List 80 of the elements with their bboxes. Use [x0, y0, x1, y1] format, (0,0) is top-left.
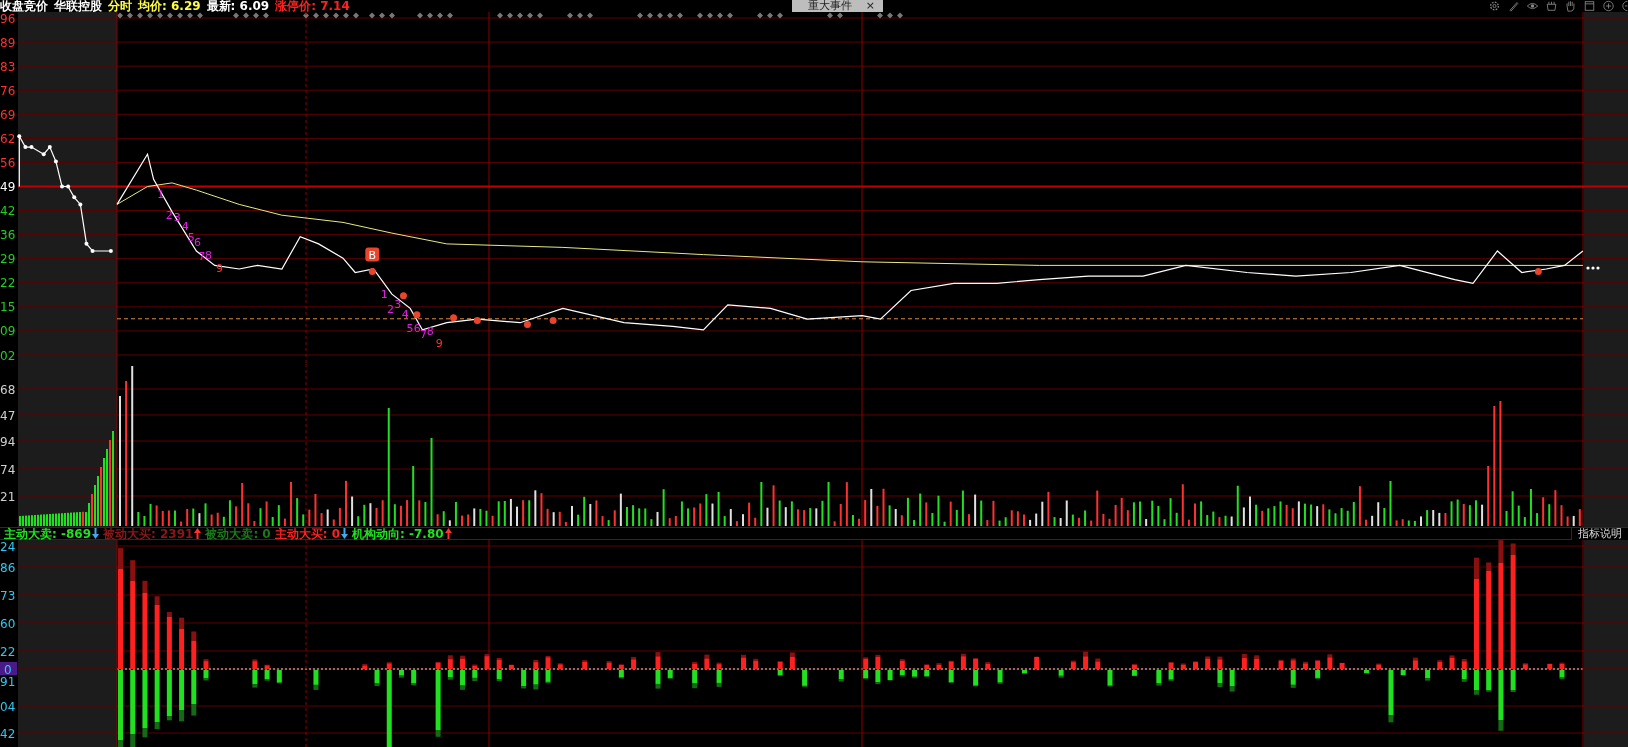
signal-number: 6	[193, 236, 201, 250]
axis-label: 24	[0, 540, 16, 554]
axis-label: 76	[0, 83, 16, 98]
signal-dot	[523, 321, 531, 329]
header-text: 最新: 6.09	[206, 0, 270, 12]
indicator-value: 被动大卖: 0	[205, 527, 271, 540]
axis-highlight	[0, 662, 17, 675]
axis-label: 22	[0, 276, 16, 291]
axis-label: 96	[0, 12, 16, 26]
signal-number: 8	[204, 248, 212, 262]
pen-icon[interactable]	[1507, 0, 1520, 12]
signal-number: 4	[401, 307, 409, 321]
arrow-down-icon	[341, 528, 349, 539]
basket-icon[interactable]	[1545, 0, 1558, 12]
signal-dot	[450, 314, 458, 322]
axis-label: 83	[0, 59, 16, 74]
signal-number: 4	[181, 219, 189, 233]
ellipsis-icon	[1586, 266, 1600, 270]
signal-dot	[1534, 267, 1542, 275]
signal-dot	[473, 317, 481, 325]
hand-icon[interactable]	[1564, 0, 1577, 12]
zoom-out-icon[interactable]	[1621, 0, 1628, 12]
axis-label: 0	[4, 662, 12, 677]
axis-label: 04	[0, 699, 16, 714]
event-tab[interactable]: 重大事件 ×	[791, 0, 883, 12]
header-text: 收盘竞价	[0, 0, 48, 12]
axis-label: 86	[0, 560, 16, 575]
arrow-up-icon	[444, 528, 452, 539]
header-text: 华联控股	[54, 0, 102, 12]
axis-label: 68	[0, 382, 16, 397]
header-text: 分时	[108, 0, 132, 12]
axis-label: 42	[0, 204, 16, 219]
signal-number: 5	[187, 230, 195, 244]
arrow-up-icon	[194, 528, 202, 539]
axis-label: 73	[0, 588, 16, 603]
indicator-value: 主动大卖: -869	[4, 527, 91, 540]
axis-label: 15	[0, 300, 16, 315]
indicator-help-button[interactable]: 指标说明	[1571, 527, 1628, 540]
axis-label: 62	[0, 131, 16, 146]
axis-label: 42	[0, 726, 16, 741]
axis-label: 60	[0, 616, 16, 631]
signal-dot	[549, 317, 557, 325]
indicator-value: 机构动向: -7.80	[352, 527, 444, 540]
axis-label: 02	[0, 348, 16, 363]
signal-number: 9	[435, 337, 443, 351]
settings-icon[interactable]	[1488, 0, 1501, 12]
indicator-value: 被动大买: 2391	[103, 527, 194, 540]
buy-badge: B	[365, 247, 380, 262]
zoom-in-icon[interactable]	[1602, 0, 1615, 12]
signal-dot	[413, 311, 421, 319]
signal-dot	[368, 267, 376, 275]
eye-icon[interactable]	[1526, 0, 1539, 12]
axis-label: 29	[0, 252, 16, 267]
window-icon[interactable]	[1583, 0, 1596, 12]
axis-label: 49	[0, 180, 16, 194]
signal-dot	[399, 292, 407, 300]
signal-number: 5	[406, 322, 414, 336]
signal-number: 8	[426, 325, 434, 339]
axis-label: 89	[0, 35, 16, 50]
axis-label: 56	[0, 155, 16, 170]
signal-number: 7	[419, 328, 427, 342]
signal-number: 6	[413, 322, 421, 336]
signal-number: 1	[380, 288, 388, 302]
header-text: 涨停价: 7.14	[275, 0, 350, 12]
axis-label: 22	[0, 644, 16, 659]
header-text: 均价: 6.29	[138, 0, 201, 12]
arrow-down-icon	[92, 528, 99, 539]
signal-number: 2	[386, 302, 394, 316]
axis-label: 69	[0, 107, 16, 122]
axis-label: 36	[0, 228, 16, 243]
axis-label: 47	[0, 408, 16, 423]
close-icon[interactable]: ×	[865, 0, 875, 12]
signal-number: 2	[165, 209, 173, 223]
axis-label: 21	[0, 489, 16, 504]
axis-label: 91	[0, 674, 16, 689]
axis-label: 74	[0, 462, 16, 477]
signal-number: 3	[394, 298, 402, 312]
axis-label: 94	[0, 434, 16, 449]
axis-label: 09	[0, 324, 16, 339]
indicator-value: 主动大买: 0	[274, 527, 341, 540]
